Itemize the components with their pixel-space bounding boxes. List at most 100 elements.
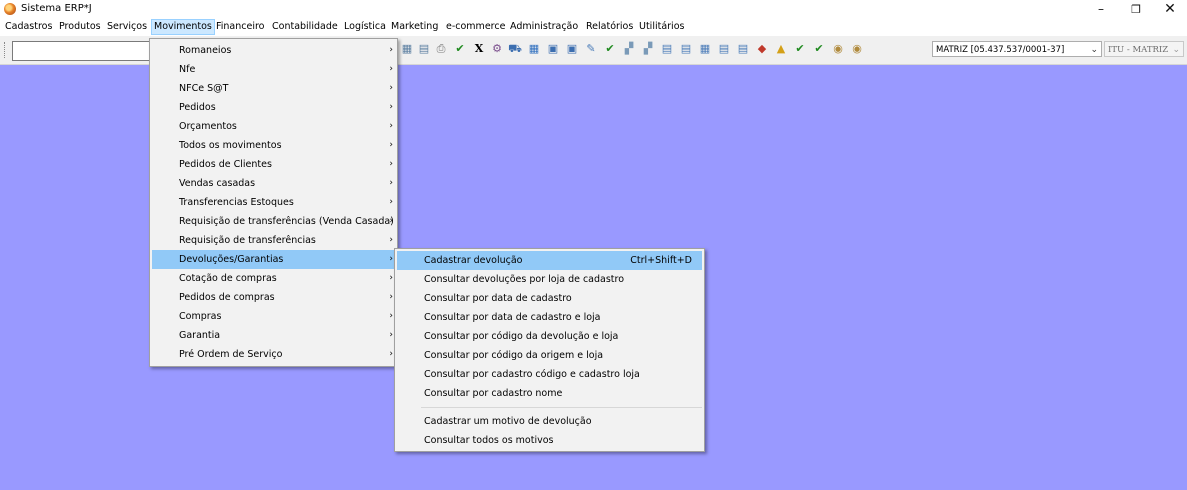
truck-icon[interactable]: ⛟ bbox=[508, 42, 522, 56]
tools-icon[interactable]: ⚙ bbox=[490, 42, 504, 56]
menu-item-label: Cadastrar um motivo de devolução bbox=[424, 416, 592, 427]
menu-item-transferencias-estoques[interactable]: Transferencias Estoques › bbox=[152, 193, 395, 212]
document-icon[interactable]: ▞ bbox=[622, 42, 636, 56]
edit-icon[interactable]: ✎ bbox=[584, 42, 598, 56]
search-input[interactable] bbox=[12, 41, 155, 61]
approve-all-icon[interactable]: ✔ bbox=[812, 42, 826, 56]
close-button[interactable]: ✕ bbox=[1152, 0, 1187, 19]
chevron-right-icon: › bbox=[389, 273, 393, 283]
menu-relatorios[interactable]: Relatórios bbox=[584, 19, 635, 35]
stamp-icon[interactable]: ▤ bbox=[736, 42, 750, 56]
menu-item-consultar-codigo-origem[interactable]: Consultar por código da origem e loja bbox=[397, 346, 702, 365]
menu-item-pedidos[interactable]: Pedidos › bbox=[152, 98, 395, 117]
devolucoes-submenu: Cadastrar devolução Ctrl+Shift+D Consulta… bbox=[394, 248, 705, 452]
chevron-right-icon: › bbox=[389, 235, 393, 245]
menu-item-requisicao-venda-casada[interactable]: Requisição de transferências (Venda Casa… bbox=[152, 212, 395, 231]
menu-item-label: Transferencias Estoques bbox=[179, 197, 294, 208]
chevron-right-icon: › bbox=[389, 197, 393, 207]
menu-item-compras[interactable]: Compras › bbox=[152, 307, 395, 326]
company-select-value: MATRIZ [05.437.537/0001-37] bbox=[936, 45, 1065, 55]
chevron-down-icon: ⌄ bbox=[1172, 45, 1180, 55]
company-select[interactable]: MATRIZ [05.437.537/0001-37] ⌄ bbox=[932, 41, 1102, 57]
menu-item-label: Compras bbox=[179, 311, 222, 322]
menu-item-consultar-loja-cadastro[interactable]: Consultar devoluções por loja de cadastr… bbox=[397, 270, 702, 289]
chevron-right-icon: › bbox=[389, 216, 393, 226]
menu-item-cadastrar-devolucao[interactable]: Cadastrar devolução Ctrl+Shift+D bbox=[397, 251, 702, 270]
chevron-right-icon: › bbox=[389, 330, 393, 340]
menu-contabilidade[interactable]: Contabilidade bbox=[270, 19, 340, 35]
menu-item-consultar-data-cadastro[interactable]: Consultar por data de cadastro bbox=[397, 289, 702, 308]
calendar-icon[interactable]: ▦ bbox=[698, 42, 712, 56]
menu-item-vendas-casadas[interactable]: Vendas casadas › bbox=[152, 174, 395, 193]
card-icon[interactable]: ▤ bbox=[660, 42, 674, 56]
menu-item-orcamentos[interactable]: Orçamentos › bbox=[152, 117, 395, 136]
menu-movimentos[interactable]: Movimentos bbox=[151, 19, 215, 35]
menu-utilitarios[interactable]: Utilitários bbox=[637, 19, 686, 35]
menu-item-consultar-cadastro-codigo[interactable]: Consultar por cadastro código e cadastro… bbox=[397, 365, 702, 384]
minimize-button[interactable]: – bbox=[1083, 0, 1119, 19]
menu-item-nfce-sat[interactable]: NFCe S@T › bbox=[152, 79, 395, 98]
menu-item-label: Pedidos bbox=[179, 102, 216, 113]
cart-add-icon[interactable]: ▣ bbox=[565, 42, 579, 56]
toolbar-grip[interactable] bbox=[4, 42, 8, 58]
restore-button[interactable]: ❐ bbox=[1118, 0, 1154, 19]
confirm-icon[interactable]: ✔ bbox=[603, 42, 617, 56]
menu-item-label: Romaneios bbox=[179, 45, 232, 56]
store-select[interactable]: ITU - MATRIZ ⌄ bbox=[1104, 41, 1184, 57]
chevron-right-icon: › bbox=[389, 102, 393, 112]
document-edit-icon[interactable]: ▞ bbox=[641, 42, 655, 56]
menu-item-label: Consultar por código da devolução e loja bbox=[424, 331, 619, 342]
menu-item-devolucoes-garantias[interactable]: Devoluções/Garantias › bbox=[152, 250, 395, 269]
menu-cadastros[interactable]: Cadastros bbox=[3, 19, 54, 35]
menu-item-consultar-data-loja[interactable]: Consultar por data de cadastro e loja bbox=[397, 308, 702, 327]
zoom-icon[interactable]: ▤ bbox=[417, 42, 431, 56]
menu-item-label: Cadastrar devolução bbox=[424, 255, 523, 266]
warning-icon[interactable]: ▲ bbox=[774, 42, 788, 56]
menu-financeiro[interactable]: Financeiro bbox=[214, 19, 267, 35]
menu-item-garantia[interactable]: Garantia › bbox=[152, 326, 395, 345]
menu-item-cadastrar-motivo[interactable]: Cadastrar um motivo de devolução bbox=[397, 412, 702, 431]
menu-item-consultar-motivos[interactable]: Consultar todos os motivos bbox=[397, 431, 702, 450]
chevron-right-icon: › bbox=[389, 311, 393, 321]
package-icon[interactable]: ◉ bbox=[831, 42, 845, 56]
menu-item-label: Consultar por data de cadastro bbox=[424, 293, 572, 304]
receipt-icon[interactable]: ▤ bbox=[717, 42, 731, 56]
menu-administracao[interactable]: Administração bbox=[508, 19, 580, 35]
menu-item-nfe[interactable]: Nfe › bbox=[152, 60, 395, 79]
menu-marketing[interactable]: Marketing bbox=[389, 19, 440, 35]
menu-logistica[interactable]: Logística bbox=[342, 19, 388, 35]
menu-item-pedidos-clientes[interactable]: Pedidos de Clientes › bbox=[152, 155, 395, 174]
cart-icon[interactable]: ▣ bbox=[546, 42, 560, 56]
menu-item-consultar-codigo-devolucao[interactable]: Consultar por código da devolução e loja bbox=[397, 327, 702, 346]
cancel-x-icon[interactable]: X bbox=[472, 42, 486, 56]
menu-item-label: Consultar todos os motivos bbox=[424, 435, 554, 446]
menu-item-label: Consultar por cadastro nome bbox=[424, 388, 563, 399]
check-icon[interactable]: ✔ bbox=[453, 42, 467, 56]
print-icon[interactable]: ⎙ bbox=[434, 42, 448, 56]
title-bar: Sistema ERP*J – ❐ ✕ bbox=[0, 0, 1187, 19]
menu-item-label: Pedidos de compras bbox=[179, 292, 275, 303]
menu-item-cotacao-compras[interactable]: Cotação de compras › bbox=[152, 269, 395, 288]
diamond-icon[interactable]: ◆ bbox=[755, 42, 769, 56]
menu-item-pedidos-compras[interactable]: Pedidos de compras › bbox=[152, 288, 395, 307]
chevron-right-icon: › bbox=[389, 121, 393, 131]
search-record-icon[interactable]: ▦ bbox=[400, 42, 414, 56]
menu-item-romaneios[interactable]: Romaneios › bbox=[152, 41, 395, 60]
chevron-right-icon: › bbox=[389, 349, 393, 359]
menu-item-label: Garantia bbox=[179, 330, 221, 341]
app-logo-icon bbox=[4, 3, 16, 15]
approve-icon[interactable]: ✔ bbox=[793, 42, 807, 56]
register-icon[interactable]: ▤ bbox=[679, 42, 693, 56]
menu-item-label: Consultar devoluções por loja de cadastr… bbox=[424, 274, 625, 285]
menu-ecommerce[interactable]: e-commerce bbox=[444, 19, 507, 35]
menu-item-requisicao-transferencias[interactable]: Requisição de transferências › bbox=[152, 231, 395, 250]
menu-item-label: Consultar por cadastro código e cadastro… bbox=[424, 369, 640, 380]
menu-item-label: Nfe bbox=[179, 64, 196, 75]
menu-item-todos-movimentos[interactable]: Todos os movimentos › bbox=[152, 136, 395, 155]
menu-item-consultar-cadastro-nome[interactable]: Consultar por cadastro nome bbox=[397, 384, 702, 403]
menu-servicos[interactable]: Serviços bbox=[105, 19, 149, 35]
menu-item-pre-ordem-servico[interactable]: Pré Ordem de Serviço › bbox=[152, 345, 395, 364]
menu-produtos[interactable]: Produtos bbox=[57, 19, 103, 35]
bag-icon[interactable]: ◉ bbox=[850, 42, 864, 56]
chart-icon[interactable]: ▦ bbox=[527, 42, 541, 56]
